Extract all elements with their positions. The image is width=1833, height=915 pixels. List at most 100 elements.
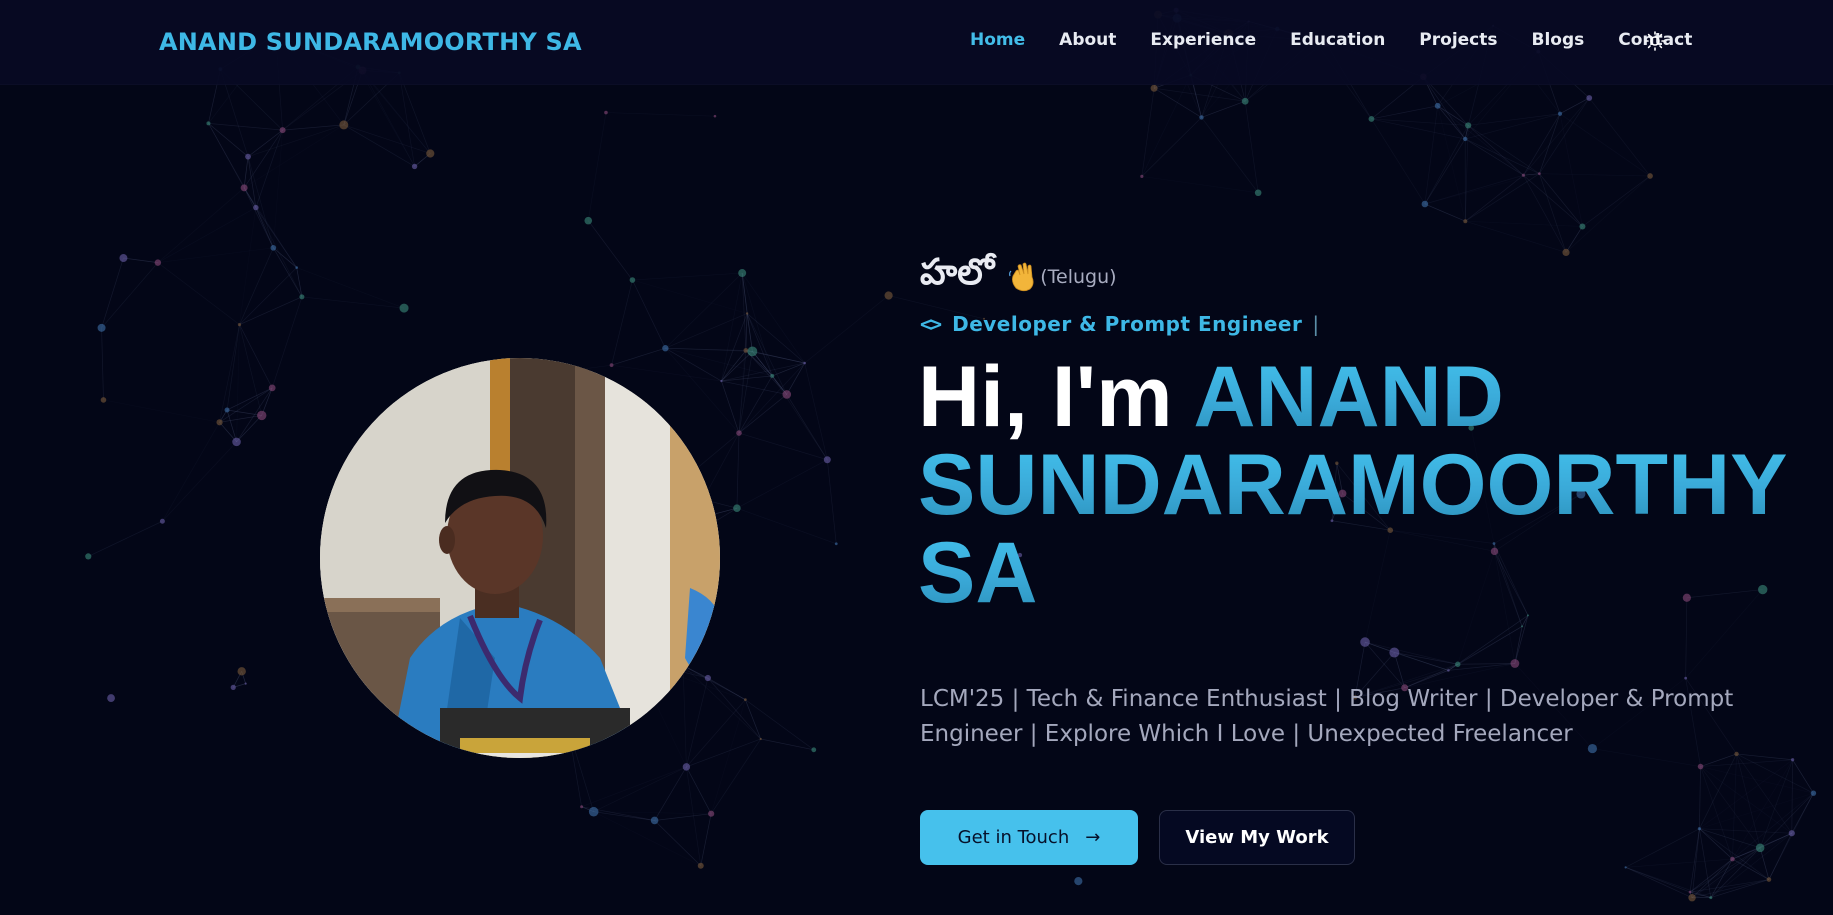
network-node xyxy=(1810,790,1817,796)
nav-item-blogs[interactable]: Blogs xyxy=(1532,30,1585,50)
nav-item-experience[interactable]: Experience xyxy=(1150,30,1256,50)
network-node xyxy=(1586,95,1593,101)
network-link xyxy=(581,766,687,808)
nav-item-about[interactable]: About xyxy=(1059,30,1116,50)
network-link xyxy=(1732,753,1737,860)
network-link xyxy=(226,409,237,442)
network-link xyxy=(219,324,240,423)
network-link xyxy=(826,459,837,544)
network-node xyxy=(588,806,599,817)
nav-item-education[interactable]: Education xyxy=(1290,30,1385,50)
network-link xyxy=(162,422,220,522)
network-link xyxy=(1467,125,1540,174)
network-link xyxy=(1625,828,1700,868)
network-link xyxy=(227,409,262,416)
network-link xyxy=(1539,173,1567,253)
network-node xyxy=(738,269,747,278)
network-link xyxy=(632,272,743,281)
network-node xyxy=(1755,843,1765,853)
network-link xyxy=(239,296,303,325)
network-node xyxy=(339,120,349,130)
network-node xyxy=(237,667,246,676)
network-link xyxy=(101,262,159,329)
network-link xyxy=(208,123,249,157)
network-link xyxy=(1588,97,1651,177)
network-link xyxy=(593,766,687,813)
brand-logo[interactable]: ANAND SUNDARAMOORTHY SA xyxy=(159,28,582,56)
network-node xyxy=(206,121,211,126)
nav-item-projects[interactable]: Projects xyxy=(1419,30,1497,50)
network-link xyxy=(239,207,257,325)
network-link xyxy=(710,699,746,814)
network-node xyxy=(1562,248,1570,257)
network-link xyxy=(1700,759,1793,767)
network-node xyxy=(1791,758,1795,762)
waving-hand-icon xyxy=(1009,262,1034,292)
hero-title: Hi, I'm ANAND SUNDARAMOORTHY SA xyxy=(918,353,1818,617)
network-node xyxy=(240,184,248,192)
network-link xyxy=(1423,76,1466,140)
network-link xyxy=(665,347,740,434)
network-link xyxy=(1465,173,1540,222)
network-node xyxy=(1199,115,1204,120)
network-link xyxy=(243,124,344,189)
sun-icon[interactable] xyxy=(1645,31,1665,51)
network-node xyxy=(1521,173,1526,177)
network-node xyxy=(1688,890,1692,894)
network-link xyxy=(219,415,262,423)
network-link xyxy=(721,375,773,382)
network-node xyxy=(399,303,409,313)
network-node xyxy=(1434,102,1441,109)
network-node xyxy=(270,245,277,251)
network-node xyxy=(1254,189,1262,197)
network-link xyxy=(157,187,245,263)
greeting-language: (Telugu) xyxy=(1040,266,1117,288)
network-link xyxy=(1465,174,1524,222)
network-node xyxy=(107,694,115,702)
network-link xyxy=(1523,97,1590,176)
network-link xyxy=(282,124,344,131)
network-node xyxy=(299,294,305,300)
network-node xyxy=(713,114,717,118)
profile-photo xyxy=(320,358,720,758)
view-my-work-label: View My Work xyxy=(1185,827,1329,848)
network-link xyxy=(665,313,748,349)
network-node xyxy=(662,345,669,352)
get-in-touch-button[interactable]: Get in Touch → xyxy=(920,810,1138,865)
network-link xyxy=(1791,759,1793,834)
network-link xyxy=(103,399,220,423)
view-my-work-button[interactable]: View My Work xyxy=(1159,810,1355,865)
nav-item-home[interactable]: Home xyxy=(970,30,1025,50)
network-link xyxy=(721,272,743,382)
network-link xyxy=(736,459,828,509)
network-link xyxy=(1514,615,1529,664)
network-link xyxy=(157,207,257,263)
role-line: <> Developer & Prompt Engineer | xyxy=(920,312,1319,336)
network-node xyxy=(733,504,741,512)
network-node xyxy=(1465,122,1472,129)
network-link xyxy=(157,262,240,325)
hero-title-prefix: Hi, I'm xyxy=(918,349,1173,445)
hero-tagline: LCM'25 | Tech & Finance Enthusiast | Blo… xyxy=(920,686,1734,747)
network-node xyxy=(720,379,723,383)
network-node xyxy=(1697,827,1702,831)
network-node xyxy=(232,437,241,447)
network-node xyxy=(604,110,608,115)
network-node xyxy=(704,674,711,682)
network-node xyxy=(745,312,749,315)
network-node xyxy=(1557,111,1563,116)
network-link xyxy=(1424,173,1540,205)
network-node xyxy=(584,216,593,225)
network-node xyxy=(1463,219,1468,224)
network-link xyxy=(654,813,712,821)
network-link xyxy=(236,415,262,443)
network-node xyxy=(759,737,762,741)
network-link xyxy=(738,432,828,461)
network-node xyxy=(803,361,806,365)
network-link xyxy=(343,124,415,167)
page: ANAND SUNDARAMOORTHY SA Home About Exper… xyxy=(0,0,1833,915)
network-node xyxy=(743,698,747,702)
network-link xyxy=(1710,832,1793,898)
network-node xyxy=(224,407,230,413)
network-link xyxy=(88,520,163,557)
